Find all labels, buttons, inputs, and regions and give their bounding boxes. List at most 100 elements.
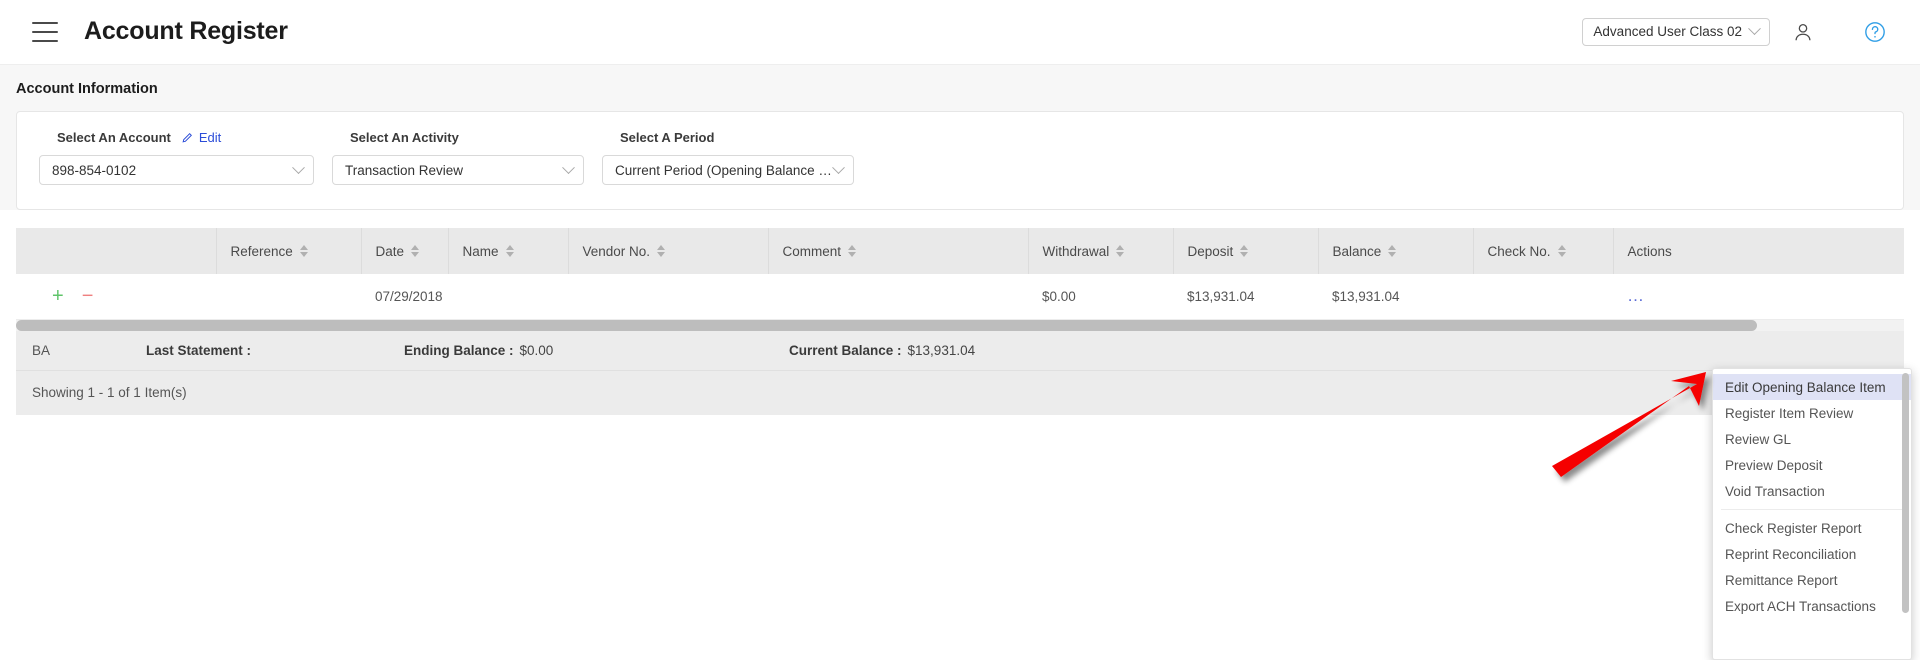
account-information-section: Account Information Select An Account Ed…	[0, 64, 1920, 210]
menu-item-label: Void Transaction	[1725, 483, 1825, 499]
select-activity-value: Transaction Review	[345, 162, 464, 178]
column-header-name[interactable]: Name	[448, 228, 569, 274]
sort-icon[interactable]	[1388, 245, 1397, 257]
ending-balance-label: Ending Balance :	[404, 342, 514, 358]
menu-item-label: Export ACH Transactions	[1725, 598, 1876, 614]
column-label: Balance	[1332, 243, 1382, 259]
column-label: Vendor No.	[582, 243, 651, 259]
column-header-blank	[16, 228, 217, 274]
menu-item-register-item-review[interactable]: Register Item Review	[1713, 400, 1911, 426]
column-label: Withdrawal	[1042, 243, 1110, 259]
hamburger-icon[interactable]	[32, 21, 58, 42]
chevron-down-icon	[1748, 22, 1761, 36]
menu-item-label: Review GL	[1725, 431, 1792, 447]
column-header-vendor-no[interactable]: Vendor No.	[568, 228, 769, 274]
row-controls-cell: + −	[16, 274, 216, 320]
chevron-down-icon	[832, 160, 845, 174]
sort-icon[interactable]	[411, 245, 420, 257]
last-statement-label: Last Statement :	[146, 342, 252, 358]
user-avatar-icon[interactable]	[1792, 21, 1814, 43]
select-activity-dropdown[interactable]: Transaction Review	[332, 155, 584, 185]
cell-balance: $13,931.04	[1318, 274, 1473, 320]
cell-name	[448, 274, 568, 320]
sort-icon[interactable]	[1240, 245, 1249, 257]
column-header-date[interactable]: Date	[361, 228, 449, 274]
select-account-value: 898-854-0102	[52, 162, 137, 178]
section-title: Account Information	[16, 81, 158, 97]
column-label: Comment	[782, 243, 842, 259]
showing-items-text: Showing 1 - 1 of 1 Item(s)	[32, 385, 187, 400]
menu-item-check-register-report[interactable]: Check Register Report	[1713, 515, 1911, 541]
sort-icon[interactable]	[657, 245, 666, 257]
menu-item-export-ach-transactions[interactable]: Export ACH Transactions	[1713, 593, 1911, 619]
column-header-deposit[interactable]: Deposit	[1173, 228, 1319, 274]
summary-code: BA	[32, 342, 51, 358]
sort-icon[interactable]	[299, 245, 308, 257]
plus-icon[interactable]: +	[52, 286, 64, 306]
table-row[interactable]: + − 07/29/2018 $0.00 $13,931.04 $13,931.…	[16, 274, 1904, 320]
period-label-row: Select A Period	[602, 130, 854, 145]
menu-item-label: Remittance Report	[1725, 572, 1838, 588]
current-balance-value: $13,931.04	[907, 342, 976, 358]
user-class-value: Advanced User Class 02	[1593, 24, 1742, 39]
menu-item-preview-deposit[interactable]: Preview Deposit	[1713, 452, 1911, 478]
account-label: Select An Account	[57, 130, 171, 145]
menu-item-void-transaction[interactable]: Void Transaction	[1713, 478, 1911, 504]
page-title: Account Register	[84, 17, 288, 45]
minus-icon[interactable]: −	[82, 286, 94, 306]
cell-reference	[216, 274, 361, 320]
column-label: Actions	[1627, 243, 1672, 259]
column-header-reference[interactable]: Reference	[216, 228, 362, 274]
cell-actions: …	[1613, 274, 1904, 320]
select-period-value: Current Period (Opening Balance M...	[615, 162, 834, 178]
column-header-check-no[interactable]: Check No.	[1473, 228, 1614, 274]
menu-separator	[1721, 509, 1903, 510]
menu-item-label: Edit Opening Balance Item	[1725, 379, 1886, 395]
sort-icon[interactable]	[1557, 245, 1566, 257]
register-table-body: + − 07/29/2018 $0.00 $13,931.04 $13,931.…	[16, 274, 1904, 320]
activity-label: Select An Activity	[350, 130, 459, 145]
menu-item-review-gl[interactable]: Review GL	[1713, 426, 1911, 452]
sort-icon[interactable]	[848, 245, 857, 257]
ellipsis-icon[interactable]: …	[1627, 286, 1645, 305]
column-header-comment[interactable]: Comment	[768, 228, 1029, 274]
summary-bar: BA Last Statement : Ending Balance : $0.…	[16, 330, 1904, 371]
edit-account-link[interactable]: Edit	[181, 130, 221, 145]
menu-item-reprint-reconciliation[interactable]: Reprint Reconciliation	[1713, 541, 1911, 567]
select-period-dropdown[interactable]: Current Period (Opening Balance M...	[602, 155, 854, 185]
activity-label-row: Select An Activity	[332, 130, 584, 145]
account-field-group: Select An Account Edit 898-854-0102	[39, 130, 314, 185]
scrollbar-thumb[interactable]	[16, 319, 1757, 331]
user-class-select[interactable]: Advanced User Class 02	[1582, 17, 1770, 46]
column-label: Date	[375, 243, 405, 259]
sort-icon[interactable]	[1116, 245, 1125, 257]
filter-card: Select An Account Edit 898-854-0102 Sele…	[16, 111, 1904, 210]
cell-vendor-no	[568, 274, 768, 320]
summary-current-balance: Current Balance : $13,931.04	[789, 343, 975, 358]
column-label: Check No.	[1487, 243, 1551, 259]
actions-context-menu[interactable]: Edit Opening Balance Item Register Item …	[1712, 368, 1912, 660]
help-circle-icon[interactable]	[1864, 21, 1886, 43]
account-label-row: Select An Account Edit	[39, 130, 314, 145]
summary-ending-balance: Ending Balance : $0.00	[404, 343, 789, 358]
edit-account-label: Edit	[198, 130, 222, 145]
cell-date: 07/29/2018	[361, 274, 448, 320]
register-table: Reference Date Name Vendor No. Comment W…	[16, 228, 1904, 320]
menu-item-label: Register Item Review	[1725, 405, 1854, 421]
column-label: Name	[462, 243, 499, 259]
cell-deposit: $13,931.04	[1173, 274, 1318, 320]
menu-item-edit-opening-balance-item[interactable]: Edit Opening Balance Item	[1713, 374, 1911, 400]
column-label: Reference	[230, 243, 293, 259]
table-footer: Showing 1 - 1 of 1 Item(s)	[16, 370, 1904, 415]
menu-item-remittance-report[interactable]: Remittance Report	[1713, 567, 1911, 593]
select-account-dropdown[interactable]: 898-854-0102	[39, 155, 314, 185]
ending-balance-value: $0.00	[519, 342, 554, 358]
menu-scrollbar[interactable]	[1902, 373, 1909, 613]
header-actions: Advanced User Class 02	[1582, 17, 1896, 46]
period-label: Select A Period	[620, 130, 715, 145]
column-header-withdrawal[interactable]: Withdrawal	[1028, 228, 1174, 274]
horizontal-scrollbar[interactable]	[16, 319, 1904, 331]
sort-icon[interactable]	[505, 245, 514, 257]
column-header-balance[interactable]: Balance	[1318, 228, 1474, 274]
column-header-actions: Actions	[1613, 228, 1904, 274]
